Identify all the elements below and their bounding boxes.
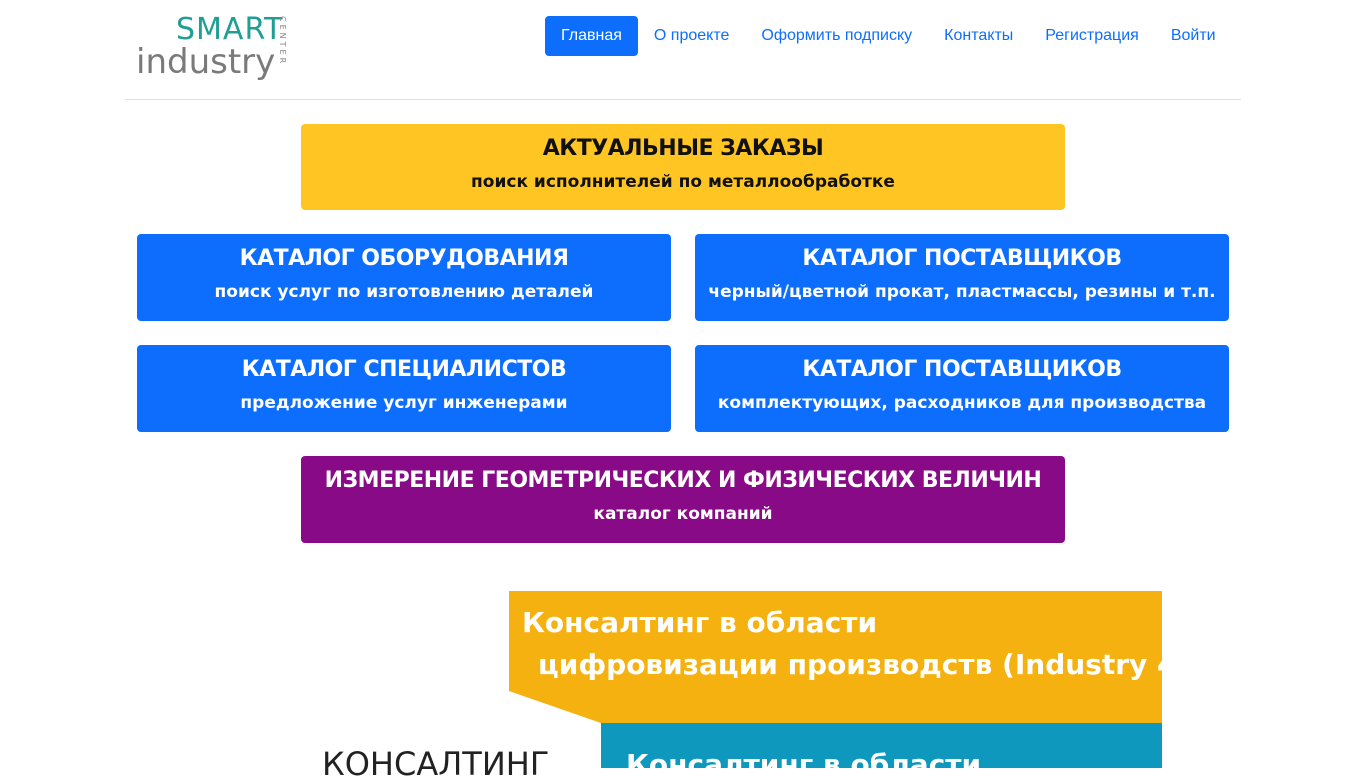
tile-equipment-catalog[interactable]: КАТАЛОГ ОБОРУДОВАНИЯ поиск услуг по изго…: [137, 234, 671, 321]
nav-item-login[interactable]: Войти: [1155, 16, 1232, 56]
tile-specialists-catalog[interactable]: КАТАЛОГ СПЕЦИАЛИСТОВ предложение услуг и…: [137, 345, 671, 432]
logo-center-text: CENTER: [278, 16, 287, 67]
site-logo[interactable]: SMART industry CENTER: [136, 14, 296, 86]
tile-suppliers-components-catalog[interactable]: КАТАЛОГ ПОСТАВЩИКОВ комплектующих, расхо…: [695, 345, 1229, 432]
tile-current-orders[interactable]: АКТУАЛЬНЫЕ ЗАКАЗЫ поиск исполнителей по …: [301, 124, 1065, 210]
tile-title: КАТАЛОГ ПОСТАВЩИКОВ: [802, 357, 1122, 382]
tile-measurement-catalog[interactable]: ИЗМЕРЕНИЕ ГЕОМЕТРИЧЕСКИХ И ФИЗИЧЕСКИХ ВЕ…: [301, 456, 1065, 543]
nav-item-contacts[interactable]: Контакты: [928, 16, 1029, 56]
tile-subtitle: поиск услуг по изготовлению деталей: [214, 282, 594, 302]
tile-title: АКТУАЛЬНЫЕ ЗАКАЗЫ: [542, 136, 824, 161]
site-header: SMART industry CENTER Главная О проекте …: [125, 0, 1241, 100]
tile-subtitle: поиск исполнителей по металлообработке: [471, 172, 895, 192]
consulting-banner-image: Консалтинг в области цифровизации произв…: [509, 591, 1162, 768]
main-nav: Главная О проекте Оформить подписку Конт…: [545, 16, 1232, 56]
tile-title: КАТАЛОГ ПОСТАВЩИКОВ: [802, 246, 1122, 271]
banner-text-line1: Консалтинг в области: [522, 606, 878, 639]
tile-subtitle: каталог компаний: [593, 504, 773, 524]
nav-item-home[interactable]: Главная: [545, 16, 638, 56]
tile-subtitle: предложение услуг инженерами: [240, 393, 568, 413]
tile-subtitle: черный/цветной прокат, пластмассы, резин…: [708, 282, 1216, 302]
tile-title: ИЗМЕРЕНИЕ ГЕОМЕТРИЧЕСКИХ И ФИЗИЧЕСКИХ ВЕ…: [324, 468, 1042, 493]
tile-title: КАТАЛОГ ОБОРУДОВАНИЯ: [239, 246, 569, 271]
nav-item-subscribe[interactable]: Оформить подписку: [745, 16, 928, 56]
banner-text-line2: цифровизации производств (Industry 4.0): [538, 648, 1162, 681]
nav-item-about[interactable]: О проекте: [638, 16, 745, 56]
nav-item-register[interactable]: Регистрация: [1029, 16, 1155, 56]
tile-title: КАТАЛОГ СПЕЦИАЛИСТОВ: [241, 357, 567, 382]
consulting-heading: КОНСАЛТИНГ: [322, 745, 550, 783]
banner-text-line3: Консалтинг в области: [626, 748, 982, 768]
logo-industry-text: industry: [136, 42, 276, 82]
tile-suppliers-materials-catalog[interactable]: КАТАЛОГ ПОСТАВЩИКОВ черный/цветной прока…: [695, 234, 1229, 321]
tile-subtitle: комплектующих, расходников для производс…: [717, 393, 1207, 413]
